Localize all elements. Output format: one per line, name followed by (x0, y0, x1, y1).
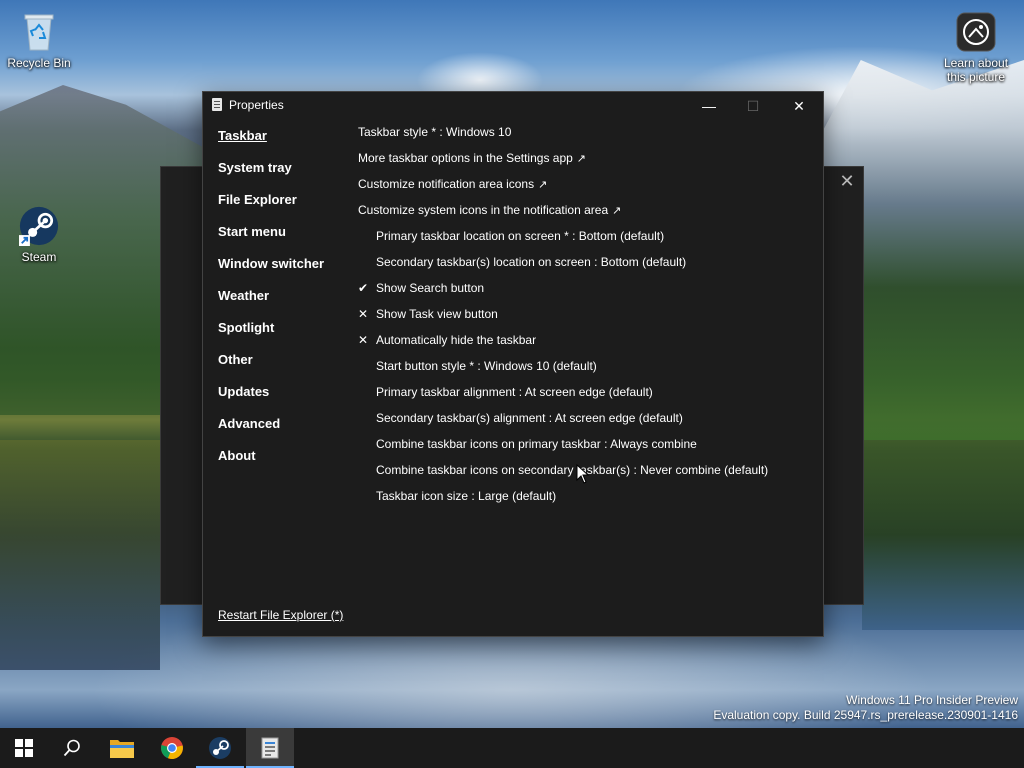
cross-icon: ✕ (358, 307, 369, 321)
sidebar-item-system-tray[interactable]: System tray (218, 157, 358, 189)
watermark-line-2: Evaluation copy. Build 25947.rs_prerelea… (713, 708, 1018, 722)
sidebar-item-taskbar[interactable]: Taskbar (218, 125, 358, 157)
external-link-icon: ↗ (612, 205, 622, 217)
toggle-show-search-button[interactable]: ✔ Show Search button (358, 280, 818, 306)
option-secondary-taskbar-location[interactable]: Secondary taskbar(s) location on screen … (358, 254, 818, 280)
chrome-button[interactable] (148, 728, 196, 768)
window-title: Properties (229, 98, 284, 112)
toggle-auto-hide-taskbar[interactable]: ✕ Automatically hide the taskbar (358, 332, 818, 358)
sidebar-item-weather[interactable]: Weather (218, 285, 358, 317)
build-watermark: Windows 11 Pro Insider Preview Evaluatio… (713, 693, 1018, 723)
start-button[interactable] (0, 728, 48, 768)
folder-icon (110, 740, 134, 758)
option-secondary-taskbar-alignment[interactable]: Secondary taskbar(s) alignment : At scre… (358, 410, 818, 436)
sidebar-item-other[interactable]: Other (218, 349, 358, 381)
checkmark-icon: ✔ (358, 281, 369, 295)
desktop-icon-label: Learn about this picture (943, 56, 1009, 84)
properties-window: Properties — ☐ ✕ Taskbar System tray Fil… (202, 91, 824, 637)
learn-picture-icon (956, 12, 996, 52)
watermark-line-1: Windows 11 Pro Insider Preview (846, 693, 1018, 707)
recycle-bin-icon (19, 12, 59, 52)
restart-file-explorer-link[interactable]: Restart File Explorer (*) (218, 608, 343, 622)
properties-app-icon (261, 737, 279, 759)
option-combine-primary-taskbar[interactable]: Combine taskbar icons on primary taskbar… (358, 436, 818, 462)
sidebar-item-file-explorer[interactable]: File Explorer (218, 189, 358, 221)
desktop-wallpaper: Recycle Bin Steam Learn about this pictu… (0, 0, 1024, 768)
sidebar-item-about[interactable]: About (218, 445, 358, 477)
windows-start-icon (15, 739, 33, 757)
link-more-taskbar-options[interactable]: More taskbar options in the Settings app… (358, 150, 818, 176)
title-bar[interactable]: Properties — ☐ ✕ (203, 92, 823, 120)
steam-icon (19, 206, 59, 246)
sidebar-item-start-menu[interactable]: Start menu (218, 221, 358, 253)
sidebar-item-advanced[interactable]: Advanced (218, 413, 358, 445)
external-link-icon: ↗ (576, 153, 587, 165)
desktop-icon-steam[interactable]: Steam (0, 206, 78, 264)
maximize-icon: ☐ (746, 97, 760, 114)
chrome-icon (161, 737, 183, 760)
sidebar-item-updates[interactable]: Updates (218, 381, 358, 413)
option-taskbar-icon-size[interactable]: Taskbar icon size : Large (default) (358, 488, 818, 514)
external-link-icon: ↗ (538, 179, 548, 191)
desktop-icon-label: Recycle Bin (7, 56, 71, 70)
sidebar: Taskbar System tray File Explorer Start … (218, 125, 358, 477)
option-primary-taskbar-alignment[interactable]: Primary taskbar alignment : At screen ed… (358, 384, 818, 410)
file-explorer-button[interactable] (98, 728, 146, 768)
close-button[interactable]: ✕ (777, 92, 821, 120)
steam-taskbar-button[interactable] (196, 728, 244, 768)
desktop-icon-recycle-bin[interactable]: Recycle Bin (0, 12, 78, 70)
wallpaper-reflection-left (0, 440, 160, 670)
taskbar (0, 728, 1024, 768)
desktop-icon-learn-picture[interactable]: Learn about this picture (936, 12, 1016, 84)
option-primary-taskbar-location[interactable]: Primary taskbar location on screen * : B… (358, 228, 818, 254)
close-icon[interactable]: ✕ (837, 171, 857, 191)
properties-taskbar-button[interactable] (246, 728, 294, 768)
steam-icon (209, 737, 231, 759)
close-icon: ✕ (793, 97, 805, 114)
mouse-cursor-icon (576, 464, 590, 484)
option-taskbar-style[interactable]: Taskbar style * : Windows 10 (358, 124, 818, 150)
wallpaper-reflection-right (862, 440, 1024, 630)
toggle-show-task-view-button[interactable]: ✕ Show Task view button (358, 306, 818, 332)
sidebar-item-window-switcher[interactable]: Window switcher (218, 253, 358, 285)
option-start-button-style[interactable]: Start button style * : Windows 10 (defau… (358, 358, 818, 384)
maximize-button: ☐ (731, 92, 775, 120)
options-list: Taskbar style * : Windows 10 More taskba… (358, 124, 818, 514)
sidebar-item-spotlight[interactable]: Spotlight (218, 317, 358, 349)
cross-icon: ✕ (358, 333, 369, 347)
minimize-button[interactable]: — (687, 92, 731, 120)
link-customize-notification-icons[interactable]: Customize notification area icons ↗ (358, 176, 818, 202)
desktop-icon-label: Steam (21, 250, 57, 264)
properties-app-icon (212, 98, 222, 111)
minimize-icon: — (702, 98, 716, 114)
link-customize-system-icons[interactable]: Customize system icons in the notificati… (358, 202, 818, 228)
search-button[interactable] (48, 728, 96, 768)
search-icon (63, 739, 80, 757)
